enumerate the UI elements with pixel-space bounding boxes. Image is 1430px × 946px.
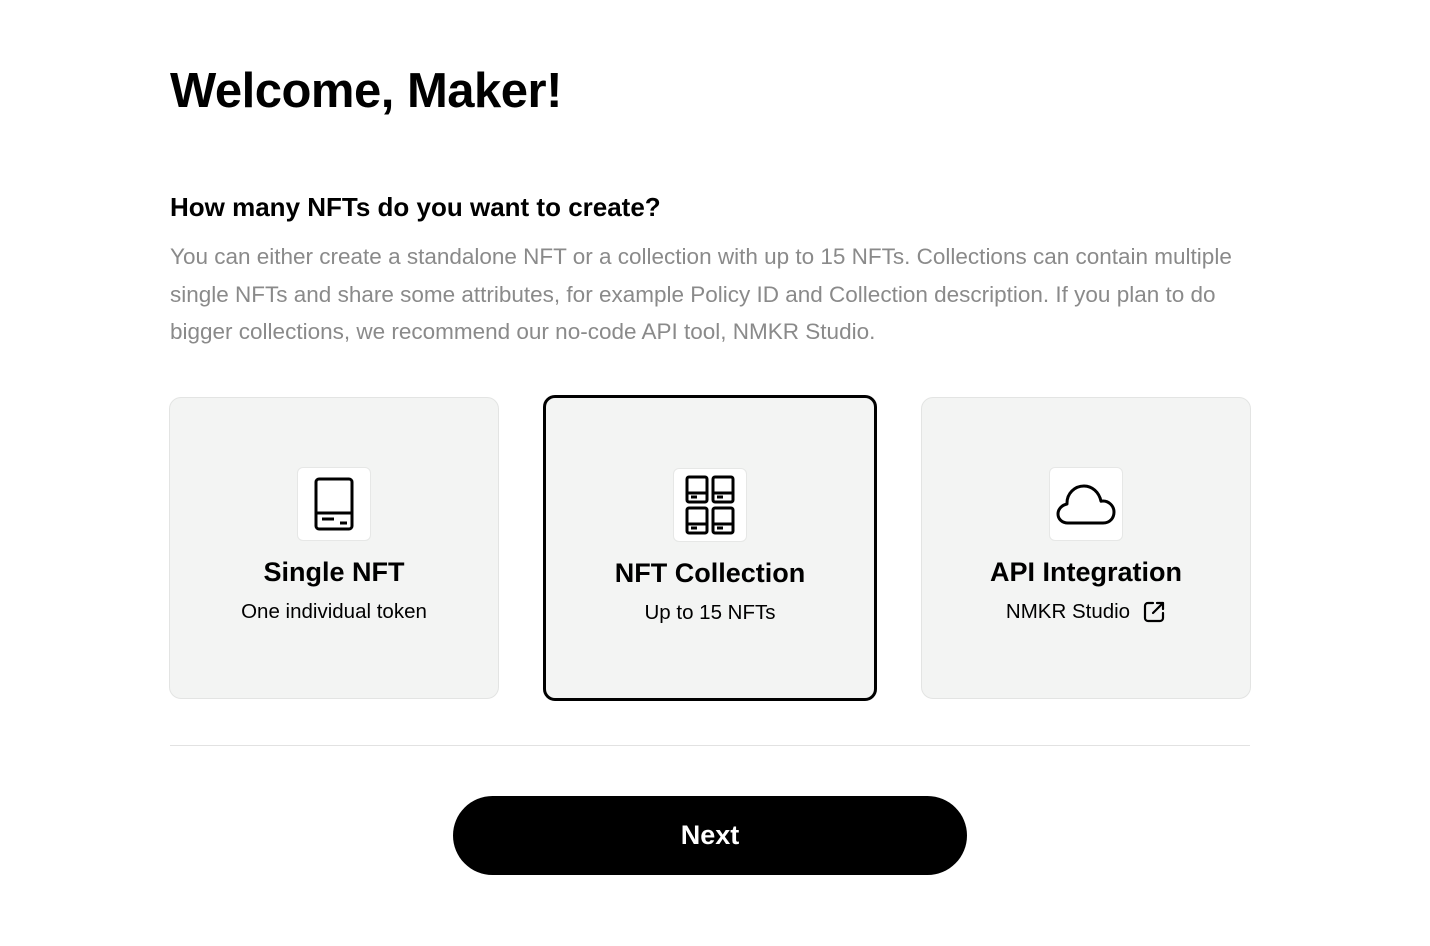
next-button[interactable]: Next (453, 796, 967, 875)
option-card-single-nft[interactable]: Single NFT One individual token (169, 397, 499, 699)
section-question: How many NFTs do you want to create? (170, 192, 661, 222)
section-description: You can either create a standalone NFT o… (170, 244, 1232, 344)
option-title: API Integration (989, 557, 1182, 587)
option-subtitle-text: Up to 15 NFTs (644, 601, 776, 624)
option-subtitle: Up to 15 NFTs (546, 600, 874, 626)
page-title: Welcome, Maker! (170, 64, 562, 118)
option-subtitle-text: NMKR Studio (1005, 600, 1131, 623)
external-link-icon[interactable] (1142, 600, 1166, 624)
option-subtitle-text: One individual token (241, 600, 427, 623)
section-divider (170, 745, 1250, 746)
onboarding-page: Welcome, Maker! How many NFTs do you wan… (0, 0, 1430, 946)
collection-grid-icon (673, 468, 747, 542)
option-subtitle: NMKR Studio (922, 599, 1250, 625)
cloud-icon (1049, 467, 1123, 541)
option-subtitle: One individual token (170, 599, 498, 625)
option-title: Single NFT (263, 557, 405, 587)
option-card-nft-collection[interactable]: NFT Collection Up to 15 NFTs (543, 395, 877, 701)
option-card-api-integration[interactable]: API Integration NMKR Studio (921, 397, 1251, 699)
single-card-icon (297, 467, 371, 541)
option-title: NFT Collection (614, 558, 806, 588)
